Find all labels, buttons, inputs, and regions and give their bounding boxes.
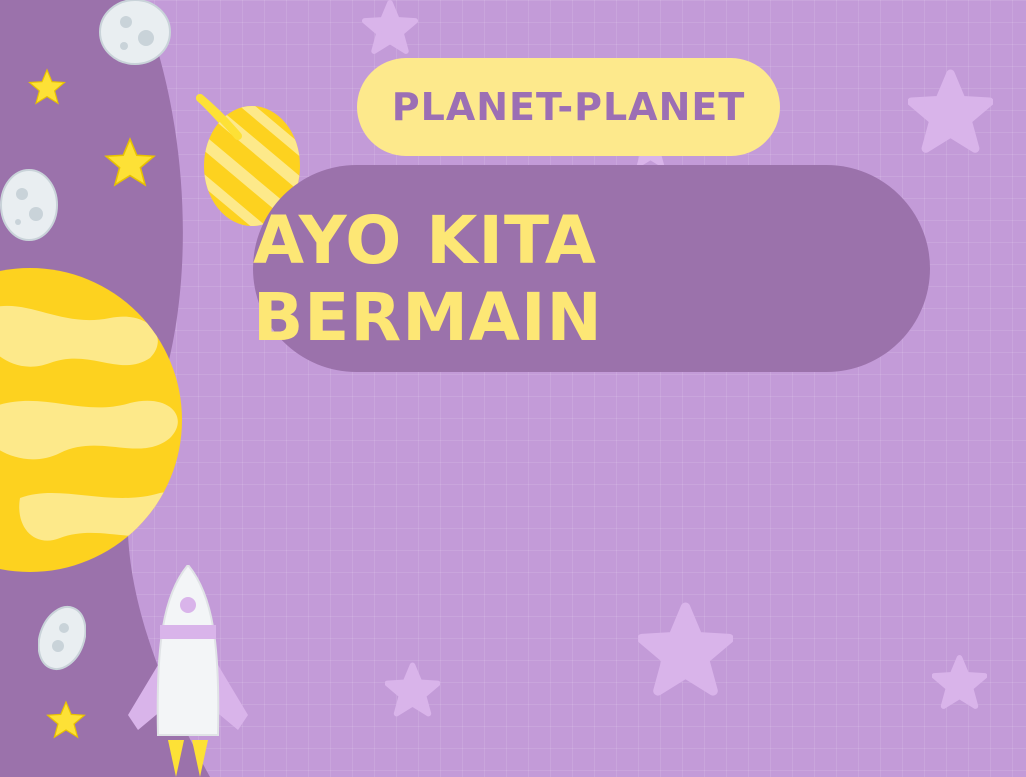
star-icon [361, 0, 419, 54]
star-icon [385, 662, 440, 717]
slide-title: AYO KITA BERMAIN [253, 201, 603, 356]
asteroid-icon [99, 0, 171, 65]
asteroid-icon [0, 169, 58, 241]
asteroid-icon [38, 606, 86, 670]
title-pill: AYO KITA BERMAIN [253, 165, 930, 372]
star-icon [28, 68, 66, 105]
planet-icon [0, 268, 182, 572]
star-icon [932, 655, 987, 709]
slide-subtitle: PLANET-PLANET [391, 85, 746, 129]
star-icon [46, 700, 86, 739]
star-icon [638, 602, 733, 696]
subtitle-pill: PLANET-PLANET [357, 58, 780, 156]
rocket-icon [128, 565, 248, 777]
star-icon [104, 137, 156, 187]
star-icon [908, 69, 993, 153]
